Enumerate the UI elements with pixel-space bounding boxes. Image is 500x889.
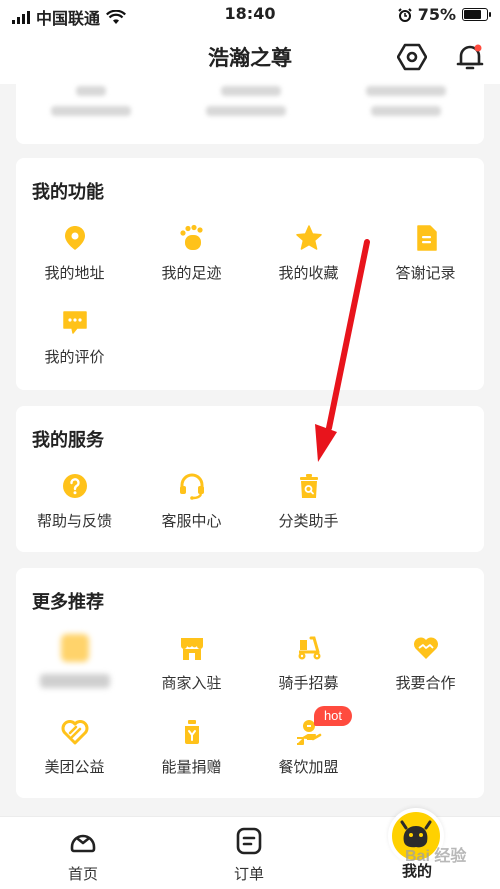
- recommend-label: 骑手招募: [278, 674, 339, 692]
- service-item-customer-service[interactable]: 客服中心: [133, 472, 250, 531]
- recommend-label: 商家入驻: [161, 674, 222, 692]
- function-item-footprint[interactable]: 我的足迹: [133, 224, 250, 283]
- document-icon: [416, 225, 437, 251]
- blurred-text: [371, 106, 441, 116]
- help-icon: [62, 474, 87, 498]
- footprint-icon: [179, 224, 203, 250]
- recommend-item-rider[interactable]: 骑手招募: [250, 634, 367, 693]
- scooter-icon: [298, 636, 320, 660]
- bell-icon[interactable]: [455, 42, 485, 72]
- blurred-icon: [60, 634, 89, 662]
- home-face-icon: [70, 834, 96, 853]
- recommend-title: 更多推荐: [32, 592, 104, 613]
- charity-heart-icon: [61, 720, 88, 745]
- blurred-text: [221, 86, 281, 96]
- recommend-label: 美团公益: [44, 758, 105, 776]
- headset-icon: [179, 473, 204, 500]
- service-item-help[interactable]: 帮助与反馈: [16, 472, 133, 531]
- watermark: Bai 经验: [405, 848, 467, 865]
- recommend-item-cooperation[interactable]: 我要合作: [367, 634, 484, 693]
- recommend-label: 我要合作: [395, 674, 456, 692]
- nav-home[interactable]: 首页: [33, 827, 133, 884]
- settings-hexagon-icon[interactable]: [397, 42, 427, 72]
- alarm-icon: [397, 7, 412, 22]
- storefront-icon: [180, 638, 203, 660]
- star-icon: [295, 225, 322, 250]
- recommend-item-charity[interactable]: 美团公益: [16, 718, 133, 777]
- recommend-label: 能量捐赠: [161, 758, 222, 776]
- trash-bin-icon: [299, 474, 318, 498]
- recommend-item-blurred[interactable]: [16, 634, 133, 688]
- recommend-item-franchise[interactable]: 餐饮加盟: [250, 718, 367, 777]
- recommend-item-merchant[interactable]: 商家入驻: [133, 634, 250, 693]
- blurred-text: [51, 106, 131, 116]
- function-label: 我的地址: [44, 264, 105, 282]
- status-right: 75%: [397, 5, 491, 24]
- function-item-reviews[interactable]: 我的评价: [16, 308, 133, 367]
- functions-title: 我的功能: [32, 182, 104, 203]
- service-label: 客服中心: [161, 512, 222, 530]
- comment-icon: [62, 311, 87, 334]
- nav-orders-label: 订单: [233, 865, 264, 883]
- function-item-favorites[interactable]: 我的收藏: [250, 224, 367, 283]
- app-header: 浩瀚之尊: [0, 30, 500, 84]
- recommend-item-energy-donation[interactable]: 能量捐赠: [133, 718, 250, 777]
- function-label: 我的收藏: [278, 264, 339, 282]
- location-pin-icon: [64, 226, 85, 250]
- order-list-icon: [236, 827, 262, 855]
- function-label: 我的评价: [44, 348, 105, 366]
- function-label: 答谢记录: [395, 264, 456, 282]
- services-card: 我的服务 帮助与反馈 客服中心 分类助手: [16, 406, 484, 552]
- blurred-label: [39, 674, 110, 688]
- function-label: 我的足迹: [161, 264, 222, 282]
- battery-percent: 75%: [417, 5, 456, 24]
- nav-home-label: 首页: [67, 865, 98, 883]
- hot-badge: hot: [314, 706, 352, 726]
- function-item-thanks-record[interactable]: 答谢记录: [367, 224, 484, 283]
- service-label: 帮助与反馈: [36, 512, 112, 530]
- battery-icon: [462, 8, 491, 21]
- account-summary-card: [16, 84, 484, 144]
- service-label: 分类助手: [278, 512, 339, 530]
- energy-bottle-icon: [184, 720, 199, 744]
- blurred-text: [366, 86, 446, 96]
- service-item-sorting-assistant[interactable]: 分类助手: [250, 472, 367, 531]
- function-item-address[interactable]: 我的地址: [16, 224, 133, 283]
- blurred-text: [76, 86, 106, 96]
- status-bar: 中国联通 18:40 75%: [0, 0, 500, 30]
- handshake-heart-icon: [413, 637, 438, 659]
- recommend-label: 餐饮加盟: [278, 758, 339, 776]
- services-title: 我的服务: [32, 430, 104, 451]
- blurred-text: [206, 106, 286, 116]
- functions-card: 我的功能 我的地址 我的足迹 我的收藏 答谢记录 我的评价: [16, 158, 484, 390]
- nav-orders[interactable]: 订单: [199, 827, 299, 884]
- recommend-card: 更多推荐 商家入驻 骑手招募 我要合作 美团公益 能量捐赠 餐饮加盟: [16, 568, 484, 798]
